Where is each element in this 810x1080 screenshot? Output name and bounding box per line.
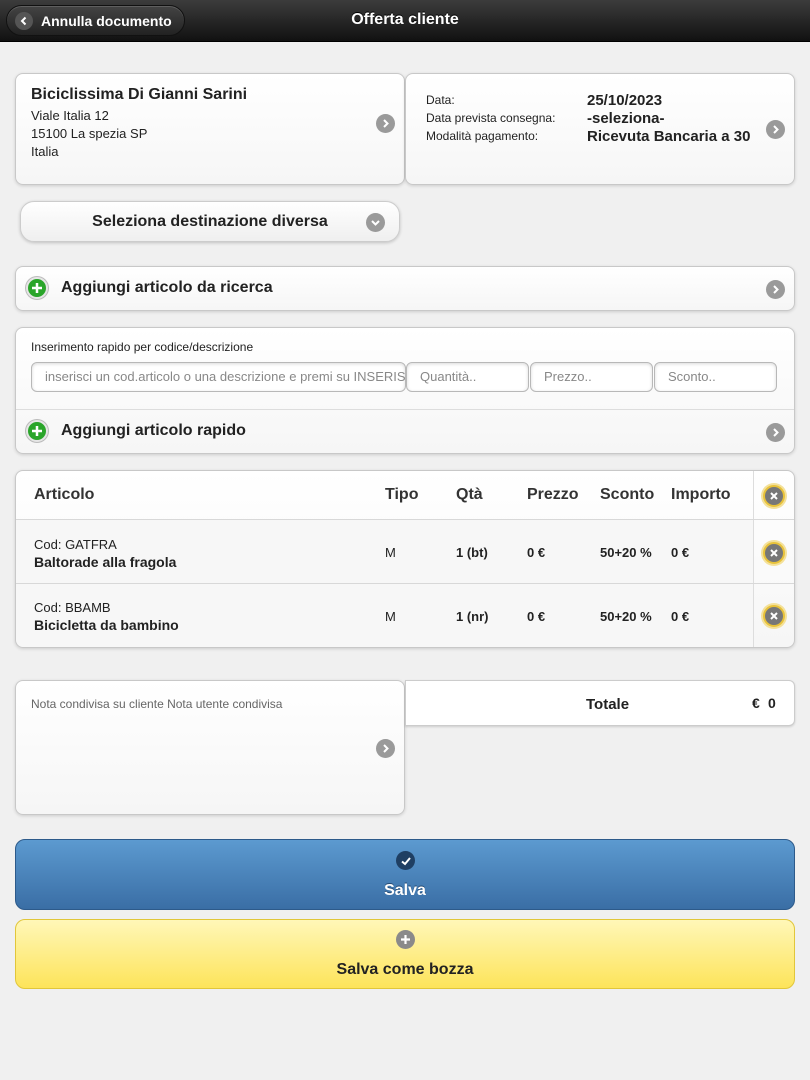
payment-method-label: Modalità pagamento:	[426, 129, 539, 143]
shared-note-text: Nota condivisa su cliente Nota utente co…	[31, 697, 283, 711]
total-currency: €	[752, 695, 760, 711]
row-sconto: 50+20 %	[600, 609, 652, 624]
row-importo: 0 €	[671, 609, 690, 624]
chevron-right-icon	[766, 120, 785, 139]
save-label: Salva	[384, 882, 426, 899]
add-article-from-search-button[interactable]: Aggiungi articolo da ricerca	[15, 266, 795, 311]
header-prezzo: Prezzo	[527, 486, 579, 503]
header-articolo: Articolo	[34, 486, 95, 503]
date-label: Data:	[426, 93, 455, 107]
header-importo: Importo	[671, 486, 731, 503]
plus-icon	[26, 277, 48, 299]
row-qta: 1 (nr)	[456, 609, 489, 624]
delivery-date-label: Data prevista consegna:	[426, 111, 556, 125]
row-code: Cod: GATFRA	[34, 537, 117, 552]
header-qta: Qtà	[456, 486, 483, 503]
save-draft-label: Salva come bozza	[336, 961, 474, 978]
total-value: 0	[768, 695, 776, 711]
total-box: Totale € 0	[405, 680, 795, 726]
document-info-card[interactable]: Data: 25/10/2023 Data prevista consegna:…	[405, 73, 795, 185]
plus-icon	[26, 420, 48, 442]
row-tipo: M	[385, 609, 396, 624]
header-tipo: Tipo	[385, 486, 419, 503]
select-destination-label: Seleziona destinazione diversa	[92, 212, 328, 230]
page-title: Offerta cliente	[351, 11, 459, 28]
row-code: Cod: BBAMB	[34, 600, 111, 615]
row-tipo: M	[385, 545, 396, 560]
chevron-right-icon	[376, 114, 395, 133]
add-quick-article-button[interactable]: Aggiungi articolo rapido	[16, 410, 794, 454]
row-prezzo: 0 €	[527, 609, 546, 624]
customer-card[interactable]: Biciclissima Di Gianni Sarini Viale Ital…	[15, 73, 405, 185]
row-description: Bicicletta da bambino	[34, 617, 179, 633]
quick-insert-title: Inserimento rapido per codice/descrizion…	[31, 340, 254, 354]
row-importo: 0 €	[671, 545, 690, 560]
customer-city: 15100 La spezia SP	[31, 126, 148, 141]
chevron-right-icon	[376, 739, 395, 758]
save-draft-button[interactable]: Salva come bozza	[15, 919, 795, 989]
row-qta: 1 (bt)	[456, 545, 488, 560]
save-button[interactable]: Salva	[15, 839, 795, 910]
customer-name: Biciclissima Di Gianni Sarini	[31, 86, 248, 103]
remove-row-icon[interactable]	[763, 542, 785, 564]
header-sconto: Sconto	[600, 486, 655, 503]
add-article-from-search-label: Aggiungi articolo da ricerca	[61, 279, 273, 296]
column-divider	[753, 471, 754, 647]
chevron-right-icon	[766, 423, 785, 442]
header-bar: Annulla documento Offerta cliente	[0, 0, 810, 42]
delivery-date-value: -seleziona-	[587, 110, 665, 127]
payment-method-value: Ricevuta Bancaria a 30 gg	[587, 128, 751, 145]
row-description: Baltorade alla fragola	[34, 554, 177, 570]
articles-table: Articolo Tipo Qtà Prezzo Sconto Importo …	[15, 470, 795, 648]
table-row[interactable]: Cod: GATFRA Baltorade alla fragola M 1 (…	[16, 520, 753, 583]
date-value: 25/10/2023	[587, 92, 663, 109]
quantity-input[interactable]: Quantità..	[406, 362, 529, 392]
article-code-input[interactable]: inserisci un cod.articolo o una descrizi…	[31, 362, 406, 392]
note-card[interactable]: Nota condivisa su cliente Nota utente co…	[15, 680, 405, 815]
add-quick-article-label: Aggiungi articolo rapido	[61, 422, 246, 439]
discount-input[interactable]: Sconto..	[654, 362, 777, 392]
total-label: Totale	[586, 696, 630, 713]
price-input[interactable]: Prezzo..	[530, 362, 653, 392]
chevron-right-icon	[766, 280, 785, 299]
chevron-down-icon	[366, 213, 385, 232]
check-icon	[396, 851, 415, 870]
row-prezzo: 0 €	[527, 545, 546, 560]
quick-insert-card: Inserimento rapido per codice/descrizion…	[15, 327, 795, 454]
table-row[interactable]: Cod: BBAMB Bicicletta da bambino M 1 (nr…	[16, 584, 753, 647]
plus-icon	[396, 930, 415, 949]
customer-address: Viale Italia 12	[31, 108, 109, 123]
remove-row-icon[interactable]	[763, 605, 785, 627]
customer-country: Italia	[31, 144, 59, 159]
select-destination-button[interactable]: Seleziona destinazione diversa	[20, 201, 400, 242]
row-sconto: 50+20 %	[600, 545, 652, 560]
remove-all-icon[interactable]	[763, 485, 785, 507]
